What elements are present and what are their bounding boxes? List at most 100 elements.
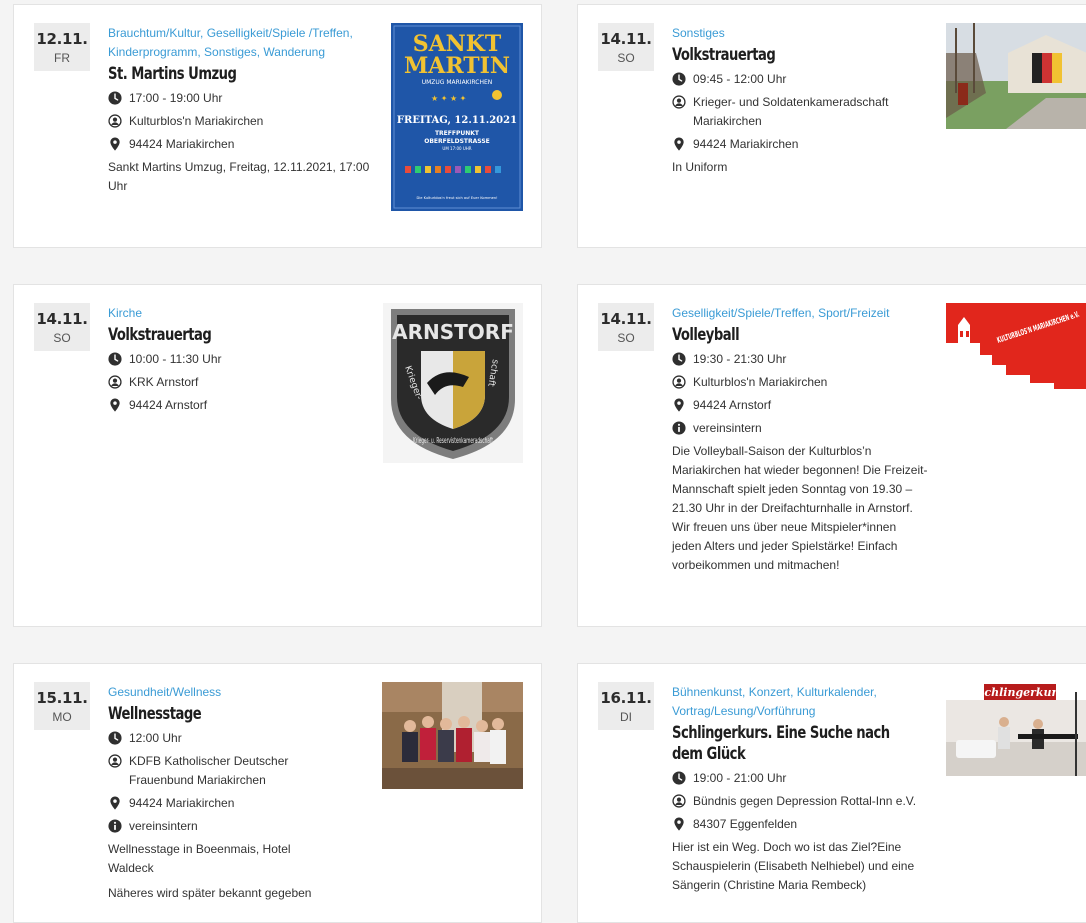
event-title[interactable]: Wellnesstage <box>108 704 333 725</box>
clock-icon <box>672 72 686 86</box>
event-card[interactable]: 16.11. DI Bühnenkunst, Konzert, Kulturka… <box>577 663 1086 923</box>
event-description: Sankt Martins Umzug, Freitag, 12.11.2021… <box>108 160 370 193</box>
event-description: Wellnesstage in Boeenmais, Hotel Waldeck <box>108 842 291 875</box>
event-time-text: 10:00 - 11:30 Uhr <box>129 352 222 366</box>
event-categories[interactable]: Geselligkeit/Spiele/Treffen, Sport/Freiz… <box>672 304 928 323</box>
event-title[interactable]: Volleyball <box>672 325 892 346</box>
event-organizer: Krieger- und Soldatenkameradschaft Maria… <box>672 93 922 131</box>
event-date: 12.11. <box>36 30 88 48</box>
event-organizer: Kulturblos'n Mariakirchen <box>672 373 928 392</box>
user-circle-icon <box>108 114 122 128</box>
event-weekday: DI <box>620 710 632 724</box>
event-logo-image[interactable]: KULTURBLOS'N MARIAKIRCHEN e.V. <box>946 303 1086 400</box>
event-categories[interactable]: Bühnenkunst, Konzert, Kulturkalender, Vo… <box>672 683 912 721</box>
patch-top-text: ARNSTORF <box>392 320 514 344</box>
event-location: 84307 Eggenfelden <box>672 815 928 834</box>
date-badge: 12.11. FR <box>34 23 90 71</box>
event-title[interactable]: Schlingerkurs. Eine Suche nach dem Glück <box>672 723 904 765</box>
clock-icon <box>108 352 122 366</box>
event-info-text: vereinsintern <box>129 819 198 833</box>
poster-street: OBERFELDSTRASSE <box>424 138 490 145</box>
date-badge: 14.11. SO <box>598 23 654 71</box>
map-pin-icon <box>672 137 686 151</box>
event-organizer-text: KDFB Katholischer Deutscher Frauenbund M… <box>129 754 289 787</box>
event-organizer: Bündnis gegen Depression Rottal-Inn e.V. <box>672 792 926 811</box>
event-date: 16.11. <box>600 689 652 707</box>
event-card[interactable]: 14.11. SO Kirche Volkstrauertag 10:00 - … <box>13 284 542 627</box>
event-location: 94424 Mariakirchen <box>672 135 934 154</box>
banner-text: Schlingerkurs <box>976 686 1063 699</box>
event-organizer-text: KRK Arnstorf <box>129 375 199 389</box>
map-pin-icon <box>108 796 122 810</box>
event-title[interactable]: St. Martins Umzug <box>108 64 333 85</box>
event-card[interactable]: 12.11. FR Brauchtum/Kultur, Geselligkeit… <box>13 4 542 248</box>
event-weekday: MO <box>52 710 72 724</box>
clock-icon <box>108 731 122 745</box>
event-description: Hier ist ein Weg. Doch wo ist das Ziel?E… <box>672 840 915 892</box>
event-date: 14.11. <box>36 310 88 328</box>
poster-footer: Die Kulturblos'n freut sich auf Euer Kom… <box>416 196 497 200</box>
poster-meeting-label: TREFFPUNKT <box>435 130 480 137</box>
event-categories[interactable]: Brauchtum/Kultur, Geselligkeit/Spiele /T… <box>108 24 370 62</box>
event-photo[interactable] <box>382 682 523 789</box>
event-time: 12:00 Uhr <box>108 729 370 748</box>
date-badge: 16.11. DI <box>598 682 654 730</box>
event-card[interactable]: 15.11. MO Gesundheit/Wellness Wellnessta… <box>13 663 542 923</box>
event-location: 94424 Arnstorf <box>108 396 370 415</box>
event-categories[interactable]: Kirche <box>108 304 370 323</box>
event-categories[interactable]: Sonstiges <box>672 24 934 43</box>
user-circle-icon <box>672 794 686 808</box>
info-circle-icon <box>672 421 686 435</box>
event-card[interactable]: 14.11. SO Geselligkeit/Spiele/Treffen, S… <box>577 284 1086 627</box>
date-badge: 14.11. SO <box>34 303 90 351</box>
info-circle-icon <box>108 819 122 833</box>
event-date: 15.11. <box>36 689 88 707</box>
event-location-text: 94424 Mariakirchen <box>129 796 235 810</box>
patch-ring-text: Krieger- u. Reservistenkameradschaft <box>413 436 493 445</box>
event-description: In Uniform <box>672 160 728 174</box>
map-pin-icon <box>108 398 122 412</box>
event-time-text: 09:45 - 12:00 Uhr <box>693 72 787 86</box>
event-poster-image[interactable]: SANKT MARTIN UMZUG MARIAKIRCHEN ★ ✦ ★ ✦ … <box>391 23 523 211</box>
clock-icon <box>672 771 686 785</box>
clock-icon <box>108 91 122 105</box>
user-circle-icon <box>672 375 686 389</box>
clock-icon <box>672 352 686 366</box>
event-time: 10:00 - 11:30 Uhr <box>108 350 370 369</box>
event-time: 17:00 - 19:00 Uhr <box>108 89 370 108</box>
event-organizer-text: Bündnis gegen Depression Rottal-Inn e.V. <box>693 794 917 808</box>
event-card[interactable]: 14.11. SO Sonstiges Volkstrauertag 09:45… <box>577 4 1086 248</box>
user-circle-icon <box>108 375 122 389</box>
event-patch-image[interactable]: ARNSTORF Krieger- schaft Krieger- u. Res… <box>383 303 523 463</box>
event-categories[interactable]: Gesundheit/Wellness <box>108 683 370 702</box>
event-info-text: vereinsintern <box>693 421 762 435</box>
event-banner-image[interactable]: Schlingerkurs <box>946 682 1086 776</box>
event-location-text: 94424 Mariakirchen <box>693 137 799 151</box>
event-description-extra: Näheres wird später bekannt gegeben <box>108 886 312 900</box>
date-badge: 14.11. SO <box>598 303 654 351</box>
event-organizer: KRK Arnstorf <box>108 373 370 392</box>
event-organizer-text: Kulturblos'n Mariakirchen <box>693 375 828 389</box>
event-organizer: Kulturblos'n Mariakirchen <box>108 112 370 131</box>
event-info: vereinsintern <box>672 419 928 438</box>
event-description: Die Volleyball-Saison der Kulturblos’n M… <box>672 444 928 572</box>
user-circle-icon <box>108 754 122 768</box>
event-title[interactable]: Volkstrauertag <box>672 45 897 66</box>
svg-text:★ ✦ ★ ✦: ★ ✦ ★ ✦ <box>431 94 467 103</box>
poster-title-line2: MARTIN <box>404 53 510 79</box>
event-time-text: 19:30 - 21:30 Uhr <box>693 352 787 366</box>
event-location-text: 84307 Eggenfelden <box>693 817 798 831</box>
event-location-text: 94424 Arnstorf <box>129 398 208 412</box>
map-pin-icon <box>672 817 686 831</box>
event-photo[interactable] <box>946 23 1086 129</box>
event-title[interactable]: Volkstrauertag <box>108 325 333 346</box>
event-date: 14.11. <box>600 310 652 328</box>
map-pin-icon <box>672 398 686 412</box>
event-date: 14.11. <box>600 30 652 48</box>
date-badge: 15.11. MO <box>34 682 90 730</box>
event-time-text: 17:00 - 19:00 Uhr <box>129 91 223 105</box>
event-location: 94424 Mariakirchen <box>108 794 370 813</box>
poster-subtitle: UMZUG MARIAKIRCHEN <box>422 79 493 86</box>
event-time-text: 12:00 Uhr <box>129 731 182 745</box>
user-circle-icon <box>672 95 686 109</box>
